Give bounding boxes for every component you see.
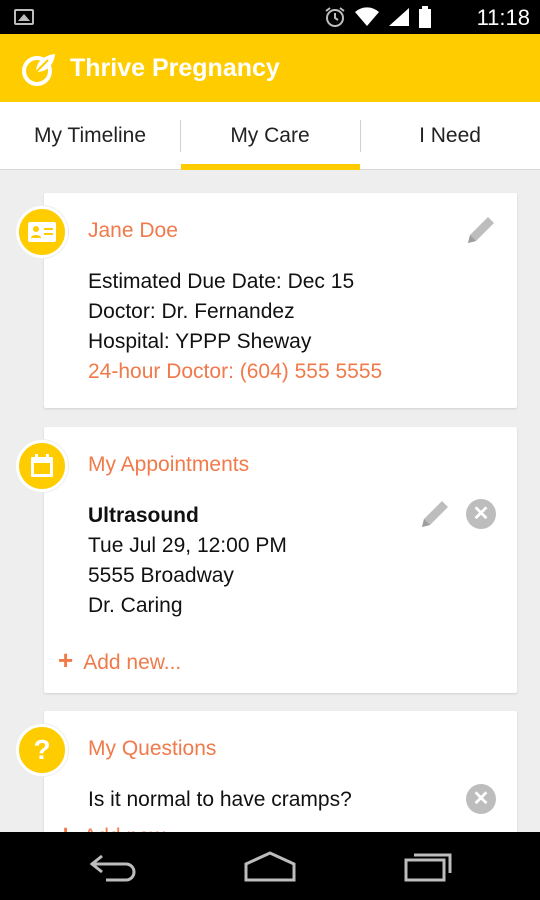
status-icons	[324, 6, 432, 28]
gallery-icon	[14, 9, 34, 25]
delete-question-icon[interactable]: ✕	[466, 784, 496, 814]
tab-i-need[interactable]: I Need	[360, 102, 540, 170]
questions-card: My Questions Is it normal to have cramps…	[44, 711, 517, 851]
wifi-icon	[355, 7, 379, 27]
appointment-address: 5555 Broadway	[88, 564, 234, 587]
add-appointment-label: Add new...	[83, 651, 182, 674]
back-icon[interactable]	[88, 850, 138, 882]
plus-icon: +	[58, 645, 74, 675]
delete-appointment-icon[interactable]: ✕	[466, 499, 496, 529]
doctor-text: Doctor: Dr. Fernandez	[88, 300, 295, 323]
calendar-badge	[16, 440, 68, 492]
calendar-icon	[31, 454, 53, 477]
questions-title: My Questions	[88, 737, 217, 760]
app-title: Thrive Pregnancy	[70, 54, 280, 82]
selected-tab-indicator	[181, 164, 360, 170]
id-card-badge	[16, 206, 68, 258]
due-date-text: Estimated Due Date: Dec 15	[88, 270, 355, 293]
navigation-bar	[0, 832, 540, 900]
appointments-title: My Appointments	[88, 453, 250, 476]
edit-profile-icon[interactable]	[464, 213, 498, 247]
question-text: Is it normal to have cramps?	[88, 788, 352, 811]
alarm-icon	[325, 7, 345, 27]
home-icon[interactable]	[243, 850, 297, 882]
profile-name: Jane Doe	[88, 219, 178, 242]
signal-icon	[389, 8, 409, 26]
appointment-datetime: Tue Jul 29, 12:00 PM	[88, 534, 287, 557]
tab-my-timeline[interactable]: My Timeline	[0, 102, 180, 170]
status-time: 11:18	[476, 5, 530, 30]
leaf-logo-icon	[22, 54, 55, 86]
recent-apps-icon[interactable]	[404, 850, 454, 882]
battery-icon	[419, 6, 431, 28]
id-card-icon	[28, 222, 56, 242]
tab-bar: My Timeline My Care I Need	[0, 102, 540, 170]
appointments-card: My Appointments Ultrasound Tue Jul 29, 1…	[44, 427, 517, 693]
appointment-doctor: Dr. Caring	[88, 594, 183, 617]
question-badge: ?	[16, 724, 68, 776]
appointment-name: Ultrasound	[88, 504, 199, 527]
profile-card: Jane Doe Estimated Due Date: Dec 15 Doct…	[44, 193, 517, 408]
doctor-hotline-link[interactable]: 24-hour Doctor: (604) 555 5555	[88, 357, 382, 387]
edit-appointment-icon[interactable]	[418, 497, 452, 531]
question-mark-icon: ?	[33, 734, 51, 765]
tab-my-care[interactable]: My Care	[180, 102, 360, 170]
hospital-text: Hospital: YPPP Sheway	[88, 330, 312, 353]
add-appointment-button[interactable]: + Add new...	[58, 645, 181, 676]
status-bar: 11:18	[0, 0, 540, 34]
app-bar: Thrive Pregnancy	[0, 34, 540, 102]
